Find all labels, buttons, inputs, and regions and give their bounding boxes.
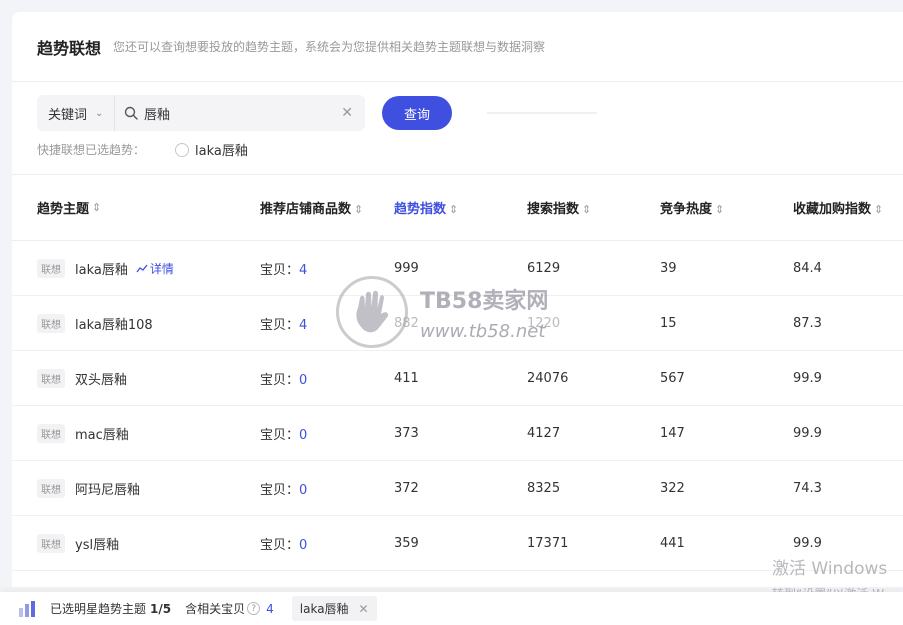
detail-link[interactable]: 详情	[136, 260, 174, 277]
search-input[interactable]: 唇釉	[144, 104, 341, 123]
close-icon[interactable]: ✕	[341, 105, 353, 121]
column-header-competition[interactable]: 竞争热度 ⇕	[660, 198, 793, 217]
shop-items-count[interactable]: 0	[299, 483, 307, 498]
quick-association-label: 快捷联想已选趋势：	[37, 143, 146, 157]
topic-name: 双头唇釉	[75, 372, 128, 388]
trend-index: 999	[394, 260, 419, 276]
divider	[487, 112, 597, 114]
search-index: 1220	[527, 315, 561, 331]
search-type-select[interactable]: 关键词 ⌄	[37, 95, 115, 131]
collect-index: 84.4	[793, 260, 822, 276]
help-icon[interactable]: ?	[247, 602, 261, 615]
selected-label: 已选明星趋势主题	[50, 602, 147, 616]
trend-index: 882	[394, 315, 419, 331]
quick-option-label[interactable]: laka唇釉	[195, 140, 248, 159]
trend-card: 趋势联想 您还可以查询想要投放的趋势主题，系统会为您提供相关趋势主题联想与数据洞…	[12, 12, 903, 587]
column-header-topic[interactable]: 趋势主题 ⇕	[12, 198, 260, 217]
association-tag: 联想	[37, 478, 65, 498]
search-icon	[124, 106, 138, 120]
table-row[interactable]: 联想 双头唇釉 宝贝：0 411 24076 567 99.9	[12, 351, 903, 406]
search-box: 关键词 ⌄ 唇釉 ✕	[37, 95, 365, 131]
table-row[interactable]: 联想 阿玛尼唇釉 宝贝：0 372 8325 322 74.3	[12, 461, 903, 516]
page-title: 趋势联想	[37, 38, 102, 58]
related-items-count[interactable]: 4	[266, 602, 274, 616]
column-header-search-index[interactable]: 搜索指数 ⇕	[527, 198, 660, 217]
table-row[interactable]: 联想 mac唇釉 宝贝：0 373 4127 147 99.9	[12, 406, 903, 461]
search-index: 24076	[527, 370, 569, 386]
collect-index: 99.9	[793, 370, 822, 386]
shop-items-count[interactable]: 0	[299, 428, 307, 443]
search-index: 8325	[527, 480, 561, 496]
association-tag: 联想	[37, 533, 65, 553]
topic-name: mac唇釉	[75, 427, 129, 443]
competition-value: 567	[660, 370, 685, 386]
trend-index: 411	[394, 370, 419, 386]
search-type-label: 关键词	[48, 107, 88, 123]
table-row[interactable]: 联想 ysl唇釉 宝贝：0 359 17371 441 99.9	[12, 516, 903, 571]
collect-index: 99.9	[793, 535, 822, 551]
shop-items-count[interactable]: 0	[299, 373, 307, 388]
trend-index: 359	[394, 535, 419, 551]
page-header: 趋势联想 您还可以查询想要投放的趋势主题，系统会为您提供相关趋势主题联想与数据洞…	[12, 12, 903, 82]
topic-name: laka唇釉108	[75, 317, 153, 333]
collect-index: 74.3	[793, 480, 822, 496]
chevron-down-icon: ⌄	[95, 107, 104, 119]
association-tag: 联想	[37, 368, 65, 388]
column-header-shop-items[interactable]: 推荐店铺商品数 ⇕	[260, 198, 394, 217]
competition-value: 15	[660, 315, 677, 331]
association-tag: 联想	[37, 423, 65, 443]
star-trend-icon	[19, 600, 35, 617]
shop-items-count[interactable]: 0	[299, 538, 307, 553]
topic-name: laka唇釉	[75, 262, 128, 278]
quick-association-row: 快捷联想已选趋势： laka唇釉	[37, 140, 248, 159]
association-tag: 联想	[37, 258, 65, 278]
selected-count: 1/5	[150, 601, 172, 616]
competition-value: 39	[660, 260, 677, 276]
selected-topic-chip: laka唇釉 ✕	[291, 596, 377, 621]
quick-option-radio[interactable]	[175, 142, 190, 157]
sort-icon: ⇕	[874, 203, 884, 216]
competition-value: 441	[660, 535, 685, 551]
query-button[interactable]: 查询	[382, 96, 452, 130]
association-tag: 联想	[37, 313, 65, 333]
topic-name: 阿玛尼唇釉	[75, 482, 141, 498]
topic-name: ysl唇釉	[75, 537, 120, 553]
competition-value: 147	[660, 425, 685, 441]
trend-index: 373	[394, 425, 419, 441]
trend-table: 趋势主题 ⇕ 推荐店铺商品数 ⇕ 趋势指数 ⇕ 搜索指数 ⇕ 竞争热度 ⇕ 收藏加购指数 ⇕…	[12, 174, 903, 571]
collect-index: 99.9	[793, 425, 822, 441]
close-icon[interactable]: ✕	[359, 602, 369, 616]
collect-index: 87.3	[793, 315, 822, 331]
sort-icon: ⇕	[354, 203, 364, 216]
search-index: 4127	[527, 425, 561, 441]
sort-icon: ⇕	[715, 203, 725, 216]
table-row[interactable]: 联想 laka唇釉108 宝贝：4 882 1220 15 87.3	[12, 296, 903, 351]
trend-index: 372	[394, 480, 419, 496]
search-index: 17371	[527, 535, 569, 551]
sort-icon: ⇕	[92, 201, 102, 214]
table-header: 趋势主题 ⇕ 推荐店铺商品数 ⇕ 趋势指数 ⇕ 搜索指数 ⇕ 竞争热度 ⇕ 收藏加购指数 ⇕	[12, 175, 903, 241]
search-index: 6129	[527, 260, 561, 276]
sort-icon: ⇕	[449, 203, 459, 216]
trend-chart-icon	[136, 264, 148, 273]
search-row: 关键词 ⌄ 唇釉 ✕ 查询	[37, 95, 597, 131]
sort-icon: ⇕	[582, 203, 592, 216]
related-items-label: 含相关宝贝	[185, 602, 246, 616]
page-subtitle: 您还可以查询想要投放的趋势主题，系统会为您提供相关趋势主题联想与数据洞察	[113, 40, 546, 54]
selection-bar: 已选明星趋势主题 1/5 含相关宝贝 ? 4 laka唇釉 ✕	[0, 592, 903, 625]
competition-value: 322	[660, 480, 685, 496]
shop-items-count[interactable]: 4	[299, 263, 307, 278]
shop-items-count[interactable]: 4	[299, 318, 307, 333]
column-header-collect-index[interactable]: 收藏加购指数 ⇕	[793, 198, 903, 217]
column-header-trend-index[interactable]: 趋势指数 ⇕	[394, 198, 527, 217]
table-row[interactable]: 联想 laka唇釉 详情 宝贝：4 999 6129 39 84.4	[12, 241, 903, 296]
